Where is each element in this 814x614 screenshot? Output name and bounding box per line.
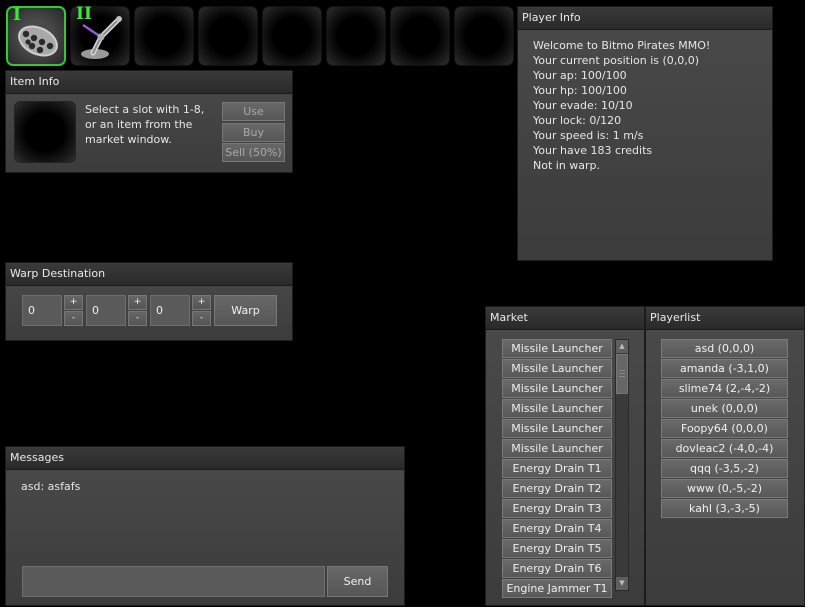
player-stat-line: Your speed is: 1 m/s [533, 129, 644, 142]
market-panel: Market Missile Launcher T1 Missile Launc… [485, 306, 645, 606]
player-stat-line: Your evade: 10/10 [533, 99, 633, 112]
slot-number-label: II [76, 4, 92, 24]
player-stat-line: Your have 183 credits [533, 144, 653, 157]
inventory-slot-6[interactable] [326, 6, 386, 66]
inventory-slot-3[interactable] [134, 6, 194, 66]
item-description-line: Select a slot with 1-8, [85, 103, 205, 116]
market-item[interactable]: Missile Launcher T4 [502, 399, 612, 432]
warp-button[interactable]: Warp [214, 295, 277, 326]
item-description-line: or an item from the [85, 118, 193, 131]
market-item[interactable]: Missile Launcher T2 [502, 359, 612, 392]
inventory-slot-4[interactable] [198, 6, 258, 66]
use-button[interactable]: Use [222, 102, 285, 121]
player-entry[interactable]: slime74 (2,-4,-2) [661, 379, 788, 398]
warp-y-increment[interactable]: + [128, 295, 147, 310]
market-item[interactable]: Missile Launcher T5 [502, 419, 612, 452]
item-description-line: market window. [85, 133, 172, 146]
warp-z-input[interactable]: 0 [150, 295, 190, 326]
market-item[interactable]: Missile Launcher T1 [502, 339, 612, 372]
messages-panel: Messages asd: asfafs Send [5, 446, 405, 606]
player-info-panel: Player Info Welcome to Bitmo Pirates MMO… [517, 6, 773, 261]
warp-x-decrement[interactable]: - [64, 311, 83, 326]
warp-z-decrement[interactable]: - [192, 311, 211, 326]
player-entry[interactable]: unek (0,0,0) [661, 399, 788, 418]
market-title: Market [486, 307, 644, 330]
market-item[interactable]: Missile Launcher T6 [502, 439, 612, 472]
market-item[interactable]: Energy Drain T4 [502, 519, 612, 538]
item-info-panel: Item Info Select a slot with 1-8, or an … [5, 70, 293, 173]
warp-x-increment[interactable]: + [64, 295, 83, 310]
warp-destination-panel: Warp Destination 0 + - 0 + - 0 + - Warp [5, 262, 293, 341]
player-entry[interactable]: Foopy64 (0,0,0) [661, 419, 788, 438]
inventory-slot-5[interactable] [262, 6, 322, 66]
market-item[interactable]: Energy Drain T1 [502, 459, 612, 478]
message-entry: asd: asfafs [21, 480, 81, 493]
game-viewport: I II Item Info Select a slot with 1-8, o… [0, 0, 805, 607]
market-item[interactable]: Energy Drain T3 [502, 499, 612, 518]
player-stat-line: Your ap: 100/100 [533, 69, 627, 82]
inventory-slot-8[interactable] [454, 6, 514, 66]
market-item[interactable]: Energy Drain T6 [502, 559, 612, 578]
player-entry[interactable]: asd (0,0,0) [661, 339, 788, 358]
market-item[interactable]: Engine Jammer T1 [502, 579, 612, 598]
warp-destination-title: Warp Destination [6, 263, 292, 286]
warp-y-input[interactable]: 0 [86, 295, 126, 326]
scroll-down-arrow-icon[interactable]: ▼ [616, 577, 628, 590]
player-stat-line: Welcome to Bitmo Pirates MMO! [533, 39, 711, 52]
buy-button[interactable]: Buy [222, 123, 285, 142]
market-item[interactable]: Missile Launcher T3 [502, 379, 612, 412]
player-stat-line: Your hp: 100/100 [533, 84, 627, 97]
playerlist-panel: Playerlist asd (0,0,0) amanda (-3,1,0) s… [645, 306, 805, 606]
market-scrollbar[interactable]: ▲ ▼ [615, 339, 629, 591]
inventory-slot-7[interactable] [390, 6, 450, 66]
player-entry[interactable]: qqq (-3,5,-2) [661, 459, 788, 478]
inventory-slot-1[interactable]: I [6, 5, 66, 66]
player-entry[interactable]: www (0,-5,-2) [661, 479, 788, 498]
playerlist-title: Playerlist [646, 307, 804, 330]
inventory-slot-2[interactable]: II [70, 4, 130, 66]
player-entry[interactable]: kahl (3,-3,-5) [661, 499, 788, 518]
slot-number-label: I [13, 5, 21, 25]
player-stat-line: Not in warp. [533, 159, 601, 172]
player-stat-line: Your current position is (0,0,0) [533, 54, 700, 67]
item-description: Select a slot with 1-8, or an item from … [85, 102, 204, 147]
warp-y-decrement[interactable]: - [128, 311, 147, 326]
item-info-title: Item Info [6, 71, 292, 94]
item-preview-slot [14, 101, 76, 163]
player-stats: Welcome to Bitmo Pirates MMO! Your curre… [533, 38, 710, 173]
player-info-title: Player Info [518, 7, 772, 30]
player-stat-line: Your lock: 0/120 [533, 114, 622, 127]
warp-z-increment[interactable]: + [192, 295, 211, 310]
player-entry[interactable]: dovleac2 (-4,0,-4) [661, 439, 788, 458]
message-input[interactable] [22, 566, 325, 597]
messages-title: Messages [6, 447, 404, 470]
scrollbar-thumb[interactable] [616, 354, 628, 394]
market-item[interactable]: Energy Drain T5 [502, 539, 612, 558]
sell-button[interactable]: Sell (50%) [222, 143, 285, 162]
scroll-up-arrow-icon[interactable]: ▲ [616, 340, 628, 353]
market-item[interactable]: Energy Drain T2 [502, 479, 612, 498]
warp-x-input[interactable]: 0 [22, 295, 62, 326]
player-entry[interactable]: amanda (-3,1,0) [661, 359, 788, 378]
send-button[interactable]: Send [327, 566, 388, 597]
